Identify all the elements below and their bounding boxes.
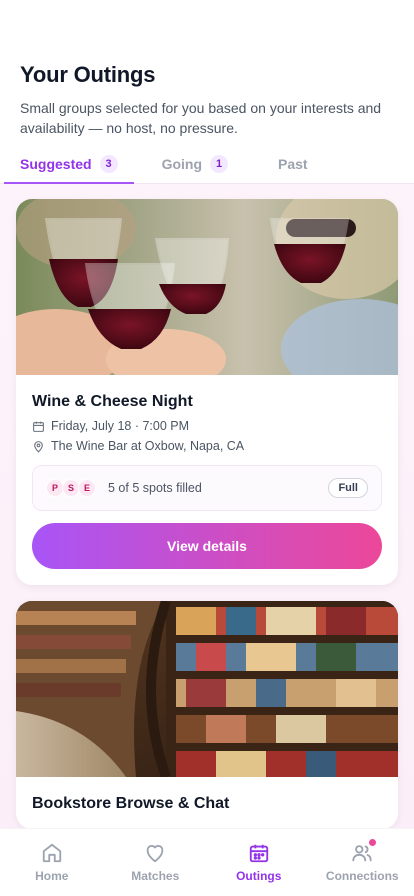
tab-going-label: Going: [161, 156, 203, 172]
calendar-icon: [249, 844, 268, 863]
map-pin-icon: [34, 440, 43, 453]
nav-outings[interactable]: Outings: [207, 829, 311, 896]
home-icon: [42, 843, 61, 863]
nav-matches-label: Matches: [131, 869, 180, 883]
outing-location-row: The Wine Bar at Oxbow, Napa, CA: [32, 439, 382, 453]
nav-connections-label: Connections: [325, 869, 399, 883]
nav-home[interactable]: Home: [0, 829, 104, 896]
page-header: Your Outings Small groups selected for y…: [0, 0, 414, 138]
curved-library-bookshelves-photo: [16, 601, 398, 777]
outing-card[interactable]: Bookstore Browse & Chat: [16, 601, 398, 828]
tab-suggested-label: Suggested: [20, 156, 92, 172]
tab-suggested-count: 3: [99, 155, 118, 173]
outings-feed[interactable]: Wine & Cheese Night Friday, July 18 · 7:…: [0, 184, 414, 828]
outing-date-row: Friday, July 18 · 7:00 PM: [32, 419, 382, 433]
nav-matches[interactable]: Matches: [104, 829, 208, 896]
avatar: E: [78, 479, 96, 497]
outing-date: Friday, July 18 · 7:00 PM: [51, 419, 190, 433]
heart-icon: [146, 845, 164, 863]
bottom-nav: Home Matches Outings Connections: [0, 828, 414, 896]
outing-tabs: Suggested 3 Going 1 Past: [0, 146, 414, 184]
outing-title: Wine & Cheese Night: [32, 393, 193, 410]
tab-going-count: 1: [210, 155, 229, 173]
spots-panel: P S E 5 of 5 spots filled Full: [32, 465, 382, 511]
outing-location: The Wine Bar at Oxbow, Napa, CA: [51, 439, 245, 453]
tab-past-label: Past: [278, 156, 308, 172]
tab-suggested[interactable]: Suggested 3: [4, 145, 134, 184]
calendar-icon: [33, 421, 44, 432]
tab-going[interactable]: Going 1: [146, 145, 244, 183]
outing-title: Bookstore Browse & Chat: [32, 795, 230, 812]
status-badge: Full: [328, 478, 368, 498]
spots-filled-text: 5 of 5 spots filled: [108, 481, 202, 495]
page-subtitle: Small groups selected for you based on y…: [20, 100, 382, 136]
nav-connections[interactable]: Connections: [311, 829, 414, 896]
tab-past[interactable]: Past: [262, 145, 324, 183]
wine-glasses-toast-photo: [16, 199, 398, 375]
nav-outings-label: Outings: [236, 869, 282, 883]
outing-card[interactable]: Wine & Cheese Night Friday, July 18 · 7:…: [16, 199, 398, 585]
page-title: Your Outings: [20, 62, 156, 87]
view-details-button[interactable]: View details: [32, 523, 382, 569]
attendee-avatars: P S E: [46, 479, 96, 497]
notification-dot: [368, 839, 376, 846]
nav-home-label: Home: [35, 869, 69, 883]
